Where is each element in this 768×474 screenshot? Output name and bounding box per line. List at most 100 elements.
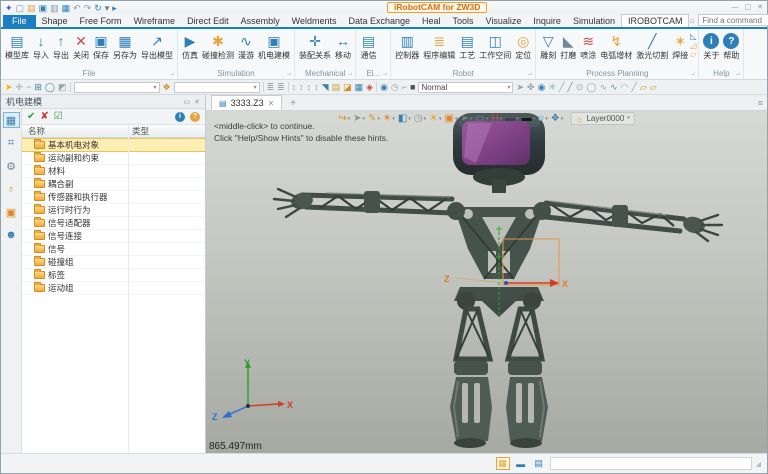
tree-item-信号连接[interactable]: 信号连接	[22, 230, 205, 243]
tab-shape[interactable]: Shape	[36, 15, 74, 27]
half-sheet-icon[interactable]: ◪	[343, 82, 352, 92]
tab-weldments[interactable]: Weldments	[286, 15, 343, 27]
refresh-icon[interactable]: ↻	[94, 3, 102, 13]
ribbon-item-通信[interactable]: ▤通信	[358, 31, 378, 60]
help-doc-icon[interactable]: ?	[190, 112, 200, 122]
manager-tab-icon[interactable]: ⌗	[3, 135, 20, 151]
ribbon-item-导出[interactable]: ↑导出	[51, 31, 71, 60]
plane-tool-icon[interactable]: ▱	[640, 82, 647, 92]
tree-item-标签[interactable]: 标签	[22, 269, 205, 282]
pick-box-icon[interactable]: ⊞	[34, 82, 42, 92]
ribbon-item-仿真[interactable]: ▶仿真	[180, 31, 200, 60]
ribbon-item-移动[interactable]: ↔移动	[333, 31, 353, 60]
list-view-icon[interactable]: ≣	[267, 82, 275, 92]
ribbon-mini-icon[interactable]: ◺	[690, 32, 696, 41]
pan-icon[interactable]: ✛	[16, 82, 24, 92]
tree-item-信号[interactable]: 信号	[22, 243, 205, 256]
ribbon-item-装配关系[interactable]: ✛装配关系	[297, 31, 333, 60]
ribbon-item-机电建模[interactable]: ▣机电建模	[256, 31, 292, 60]
tab-free-form[interactable]: Free Form	[74, 15, 128, 27]
filter-icon[interactable]: ◩	[58, 82, 67, 92]
circle-center-icon[interactable]: ⊙	[576, 82, 584, 92]
blue-panel-icon[interactable]: ■▾	[538, 113, 548, 124]
group-expander-icon[interactable]: ⌐	[348, 70, 352, 77]
tab-list-icon[interactable]: ≡	[758, 98, 763, 108]
apply-icon[interactable]: ✔	[27, 111, 35, 122]
new-file-icon[interactable]: ▢	[16, 3, 25, 13]
window-minimize-icon[interactable]: —	[732, 3, 739, 13]
ribbon-mini-icon[interactable]: ◿	[690, 41, 696, 50]
star-snap-icon[interactable]: ✳	[548, 82, 556, 92]
point-snap-icon[interactable]: ◉	[538, 82, 546, 92]
app-logo-icon[interactable]: ✦	[5, 3, 13, 13]
window-restore-icon[interactable]: ▢	[745, 3, 752, 13]
qat-dropdown-icon[interactable]: ▾	[105, 3, 110, 13]
arc-tool-icon[interactable]: ◠	[621, 82, 629, 92]
home-icon[interactable]: ⌂	[689, 16, 694, 25]
record-icon[interactable]: ◉	[380, 82, 388, 92]
new-tab-button[interactable]: +	[290, 98, 296, 110]
curve2-tool-icon[interactable]: ∿	[610, 82, 618, 92]
tab-inquire[interactable]: Inquire	[527, 15, 567, 27]
section-icon[interactable]: H▾	[491, 113, 502, 124]
ribbon-item-定位[interactable]: ◎定位	[513, 31, 533, 60]
group-expander-icon[interactable]: ⌐	[170, 70, 174, 77]
spark-icon[interactable]: ✶▾	[383, 113, 395, 124]
ribbon-item-激光切割[interactable]: ╱激光切割	[634, 31, 670, 60]
monitor-icon[interactable]: ▭▾	[475, 113, 488, 124]
ribbon-item-电弧增材[interactable]: ↯电弧增材	[598, 31, 634, 60]
snap-toggle-3-icon[interactable]: ↕	[307, 82, 312, 92]
snap-toggle-1-icon[interactable]: ↕	[292, 82, 297, 92]
group-expander-icon[interactable]: ⌐	[287, 70, 291, 77]
save-all-icon[interactable]: ▦	[62, 3, 71, 13]
ribbon-item-打磨[interactable]: ◣打磨	[558, 31, 578, 60]
ribbon-item-导入[interactable]: ↓导入	[31, 31, 51, 60]
group-expander-icon[interactable]: ⌐	[528, 70, 532, 77]
open-file-icon[interactable]: ▤	[27, 3, 36, 13]
redo-icon[interactable]: ↷	[84, 3, 92, 13]
tree-item-耦合副[interactable]: 耦合副	[22, 178, 205, 191]
resize-grip[interactable]: ◢	[756, 460, 761, 468]
tree-item-材料[interactable]: 材料	[22, 165, 205, 178]
panel-close-icon[interactable]: ✕	[194, 98, 200, 106]
layer-dropdown[interactable]: ☼Layer0000▾	[570, 112, 635, 125]
tab-wireframe[interactable]: Wireframe	[128, 15, 182, 27]
ribbon-item-帮助[interactable]: ?帮助	[721, 31, 741, 60]
user-tab-icon[interactable]: ☻	[3, 227, 20, 243]
ribbon-item-雕刻[interactable]: ▽雕刻	[538, 31, 558, 60]
ribbon-item-工艺[interactable]: ▤工艺	[457, 31, 477, 60]
group-expander-icon[interactable]: ⌐	[383, 70, 387, 77]
ribbon-item-程序编辑[interactable]: ≣程序编辑	[421, 31, 457, 60]
list-view2-icon[interactable]: ≣	[277, 82, 285, 92]
panel-icon[interactable]: ▤	[532, 457, 546, 470]
black-bar-icon[interactable]: ▬▾	[522, 113, 536, 124]
tab-assembly[interactable]: Assembly	[235, 15, 286, 27]
line2-tool-icon[interactable]: ╱	[567, 82, 572, 92]
mechatronics-tab-icon[interactable]: ▦	[3, 112, 20, 128]
resume-icon[interactable]: ▸	[112, 3, 117, 13]
grid-sheet-icon[interactable]: ▦	[355, 82, 364, 92]
ribbon-mini-icon[interactable]: ▱	[690, 50, 696, 59]
tree-item-运动副和约束[interactable]: 运动副和约束	[22, 152, 205, 165]
shaded-cube-icon[interactable]: ◧▾	[398, 113, 411, 124]
ribbon-item-碰撞检测[interactable]: ✱碰撞检测	[200, 31, 236, 60]
target-filter-icon[interactable]: ❖	[163, 82, 171, 92]
group-expander-icon[interactable]: ⌐	[691, 70, 695, 77]
cancel-icon[interactable]: ✘	[40, 111, 48, 122]
tab-irobotcam[interactable]: IROBOTCAM	[621, 14, 690, 27]
line-tool-icon[interactable]: ╱	[559, 82, 564, 92]
circle-tool-icon[interactable]: ◯	[586, 82, 596, 92]
ribbon-item-焊接[interactable]: ✶焊接	[670, 31, 690, 60]
ribbon-item-导出模型[interactable]: ↗导出模型	[139, 31, 175, 60]
ribbon-item-工作空间[interactable]: ◫工作空间	[477, 31, 513, 60]
option-check-icon[interactable]: ☑	[54, 111, 63, 122]
ribbon-item-控制器[interactable]: ▥控制器	[393, 31, 421, 60]
tab-data-exchange[interactable]: Data Exchange	[342, 15, 416, 27]
history-clock-icon[interactable]: ◷▾	[414, 113, 426, 124]
window-close-icon[interactable]: ✕	[757, 3, 763, 13]
layers-icon[interactable]: ❖▾	[551, 113, 563, 124]
ribbon-item-喷涂[interactable]: ≋喷涂	[578, 31, 598, 60]
command-search[interactable]	[698, 14, 768, 26]
snap-toggle-4-icon[interactable]: ↕	[314, 82, 319, 92]
tab-heal[interactable]: Heal	[416, 15, 447, 27]
